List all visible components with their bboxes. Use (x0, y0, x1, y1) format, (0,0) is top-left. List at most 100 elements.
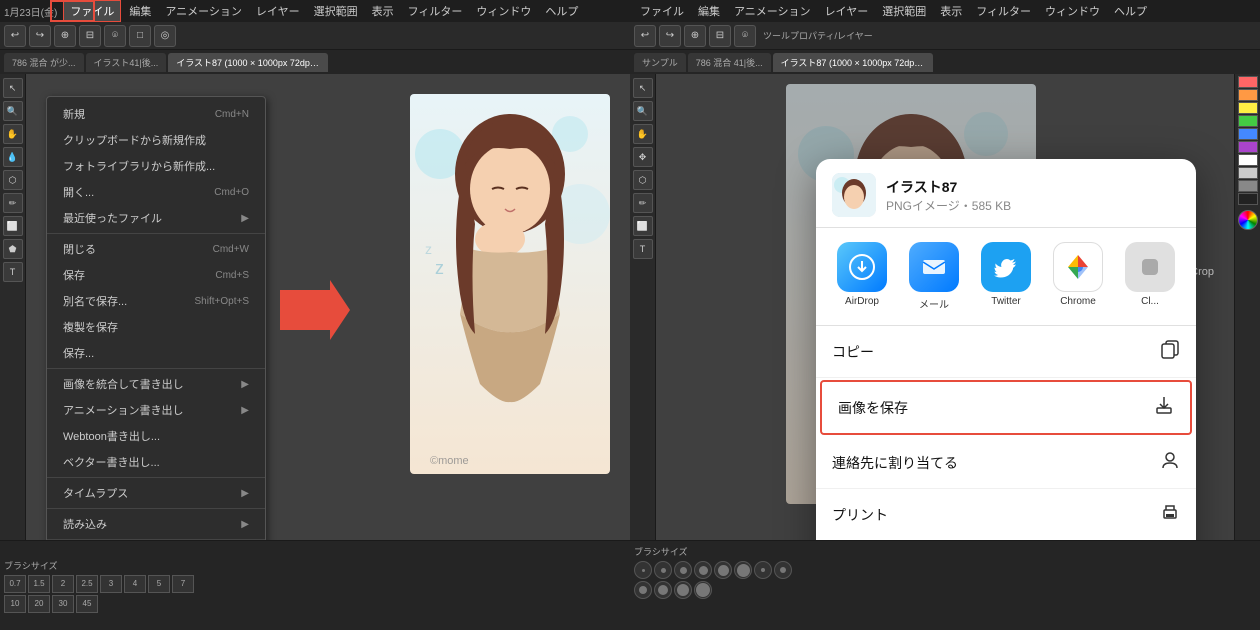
menu-new-clipboard[interactable]: クリップボードから新規作成 (47, 127, 265, 153)
right-view-menu[interactable]: 表示 (934, 1, 968, 21)
tab-1[interactable]: 786 混合 が少... (4, 53, 84, 72)
right-brush-9[interactable] (634, 581, 652, 599)
menu-export-webtoon[interactable]: Webtoon書き出し... (47, 423, 265, 449)
right-tool-hand[interactable]: ✋ (633, 124, 653, 144)
help-menu[interactable]: ヘルプ (539, 1, 584, 21)
right-brush-8[interactable] (774, 561, 792, 579)
right-toolbar-btn-4[interactable]: ⊟ (709, 25, 731, 47)
file-menu[interactable]: ファイル (63, 0, 121, 22)
palette-gray[interactable] (1238, 180, 1258, 192)
edit-menu[interactable]: 編集 (123, 1, 157, 21)
right-tool-pen[interactable]: ✏ (633, 193, 653, 213)
tab-2[interactable]: イラスト41|後... (86, 53, 167, 72)
right-edit-menu[interactable]: 編集 (692, 1, 726, 21)
view-menu[interactable]: 表示 (366, 1, 400, 21)
menu-import[interactable]: 読み込み ▶ (47, 511, 265, 537)
share-item-save-image[interactable]: 画像を保存 (820, 380, 1192, 435)
menu-timelapse[interactable]: タイムラプス ▶ (47, 480, 265, 506)
menu-save-copy[interactable]: 複製を保存 (47, 314, 265, 340)
share-app-chrome[interactable]: Chrome (1048, 242, 1108, 311)
menu-new-photo[interactable]: フォトライブラリから新作成... (47, 153, 265, 179)
toolbar-btn-6[interactable]: □ (129, 25, 151, 47)
tool-select[interactable]: ⬡ (3, 170, 23, 190)
tool-text[interactable]: T (3, 262, 23, 282)
menu-close[interactable]: 閉じる Cmd+W (47, 236, 265, 262)
right-brush-1[interactable] (634, 561, 652, 579)
menu-save-dot[interactable]: 保存... (47, 340, 265, 366)
toolbar-btn-4[interactable]: ⊟ (79, 25, 101, 47)
share-item-assign-contact[interactable]: 連絡先に割り当てる (816, 437, 1196, 489)
right-tool-cursor[interactable]: ↖ (633, 78, 653, 98)
right-brush-7[interactable] (754, 561, 772, 579)
right-brush-5[interactable] (714, 561, 732, 579)
right-window-menu[interactable]: ウィンドウ (1039, 1, 1106, 21)
right-help-menu[interactable]: ヘルプ (1108, 1, 1153, 21)
right-tab-2[interactable]: 786 混合 41|後... (688, 53, 771, 72)
right-file-menu[interactable]: ファイル (634, 1, 690, 21)
right-tab-3[interactable]: イラスト87 (1000 × 1000px 72dpi 126.1%) (773, 53, 933, 72)
tool-zoom[interactable]: 🔍 (3, 101, 23, 121)
brush-3[interactable]: 3 (100, 575, 122, 593)
tab-3[interactable]: イラスト87 (1000 × 1000px 72dpi 12... (168, 53, 328, 72)
right-select-menu[interactable]: 選択範囲 (876, 1, 932, 21)
window-menu[interactable]: ウィンドウ (470, 1, 537, 21)
brush-45[interactable]: 45 (76, 595, 98, 613)
share-item-copy[interactable]: コピー (816, 326, 1196, 378)
right-toolbar-btn-2[interactable]: ↪ (659, 25, 681, 47)
palette-yellow[interactable] (1238, 102, 1258, 114)
select-menu[interactable]: 選択範囲 (308, 1, 364, 21)
brush-4[interactable]: 4 (124, 575, 146, 593)
brush-2[interactable]: 2 (52, 575, 74, 593)
right-animation-menu[interactable]: アニメーション (728, 1, 817, 21)
brush-30[interactable]: 30 (52, 595, 74, 613)
right-tool-eraser[interactable]: ⬜ (633, 216, 653, 236)
menu-export-vector[interactable]: ベクター書き出し... (47, 449, 265, 475)
brush-1.5[interactable]: 1.5 (28, 575, 50, 593)
menu-recent[interactable]: 最近使ったファイル ▶ (47, 205, 265, 231)
toolbar-btn-7[interactable]: ◎ (154, 25, 176, 47)
toolbar-btn-3[interactable]: ⊕ (54, 25, 76, 47)
tool-eyedrop[interactable]: 💧 (3, 147, 23, 167)
palette-white[interactable] (1238, 154, 1258, 166)
right-filter-menu[interactable]: フィルター (970, 1, 1037, 21)
share-app-other[interactable]: Cl... (1120, 242, 1180, 311)
right-tool-move[interactable]: ✥ (633, 147, 653, 167)
palette-purple[interactable] (1238, 141, 1258, 153)
brush-2.5[interactable]: 2.5 (76, 575, 98, 593)
menu-save[interactable]: 保存 Cmd+S (47, 262, 265, 288)
brush-7[interactable]: 7 (172, 575, 194, 593)
tool-hand[interactable]: ✋ (3, 124, 23, 144)
right-tool-text[interactable]: T (633, 239, 653, 259)
right-tab-1[interactable]: サンプル (634, 53, 686, 72)
right-toolbar-btn-1[interactable]: ↩ (634, 25, 656, 47)
brush-20[interactable]: 20 (28, 595, 50, 613)
share-item-print[interactable]: プリント (816, 489, 1196, 540)
right-tool-select[interactable]: ⬡ (633, 170, 653, 190)
menu-open[interactable]: 開く... Cmd+O (47, 179, 265, 205)
toolbar-btn-5[interactable]: ⌾ (104, 25, 126, 47)
animation-menu[interactable]: アニメーション (159, 1, 248, 21)
menu-export-animation[interactable]: アニメーション書き出し ▶ (47, 397, 265, 423)
right-brush-2[interactable] (654, 561, 672, 579)
tool-eraser[interactable]: ⬜ (3, 216, 23, 236)
menu-export-image[interactable]: 画像を統合して書き出し ▶ (47, 371, 265, 397)
palette-black[interactable] (1238, 193, 1258, 205)
tool-fill[interactable]: ⬟ (3, 239, 23, 259)
menu-save-as[interactable]: 別名で保存... Shift+Opt+S (47, 288, 265, 314)
right-brush-10[interactable] (654, 581, 672, 599)
right-brush-4[interactable] (694, 561, 712, 579)
right-toolbar-btn-5[interactable]: ⌾ (734, 25, 756, 47)
right-brush-6[interactable] (734, 561, 752, 579)
right-layer-menu[interactable]: レイヤー (819, 1, 875, 21)
palette-lightgray[interactable] (1238, 167, 1258, 179)
filter-menu[interactable]: フィルター (402, 1, 469, 21)
palette-blue[interactable] (1238, 128, 1258, 140)
brush-5[interactable]: 5 (148, 575, 170, 593)
right-brush-11[interactable] (674, 581, 692, 599)
toolbar-btn-2[interactable]: ↪ (29, 25, 51, 47)
brush-10[interactable]: 10 (4, 595, 26, 613)
palette-red[interactable] (1238, 76, 1258, 88)
layer-menu[interactable]: レイヤー (250, 1, 306, 21)
toolbar-btn-1[interactable]: ↩ (4, 25, 26, 47)
brush-0.7[interactable]: 0.7 (4, 575, 26, 593)
